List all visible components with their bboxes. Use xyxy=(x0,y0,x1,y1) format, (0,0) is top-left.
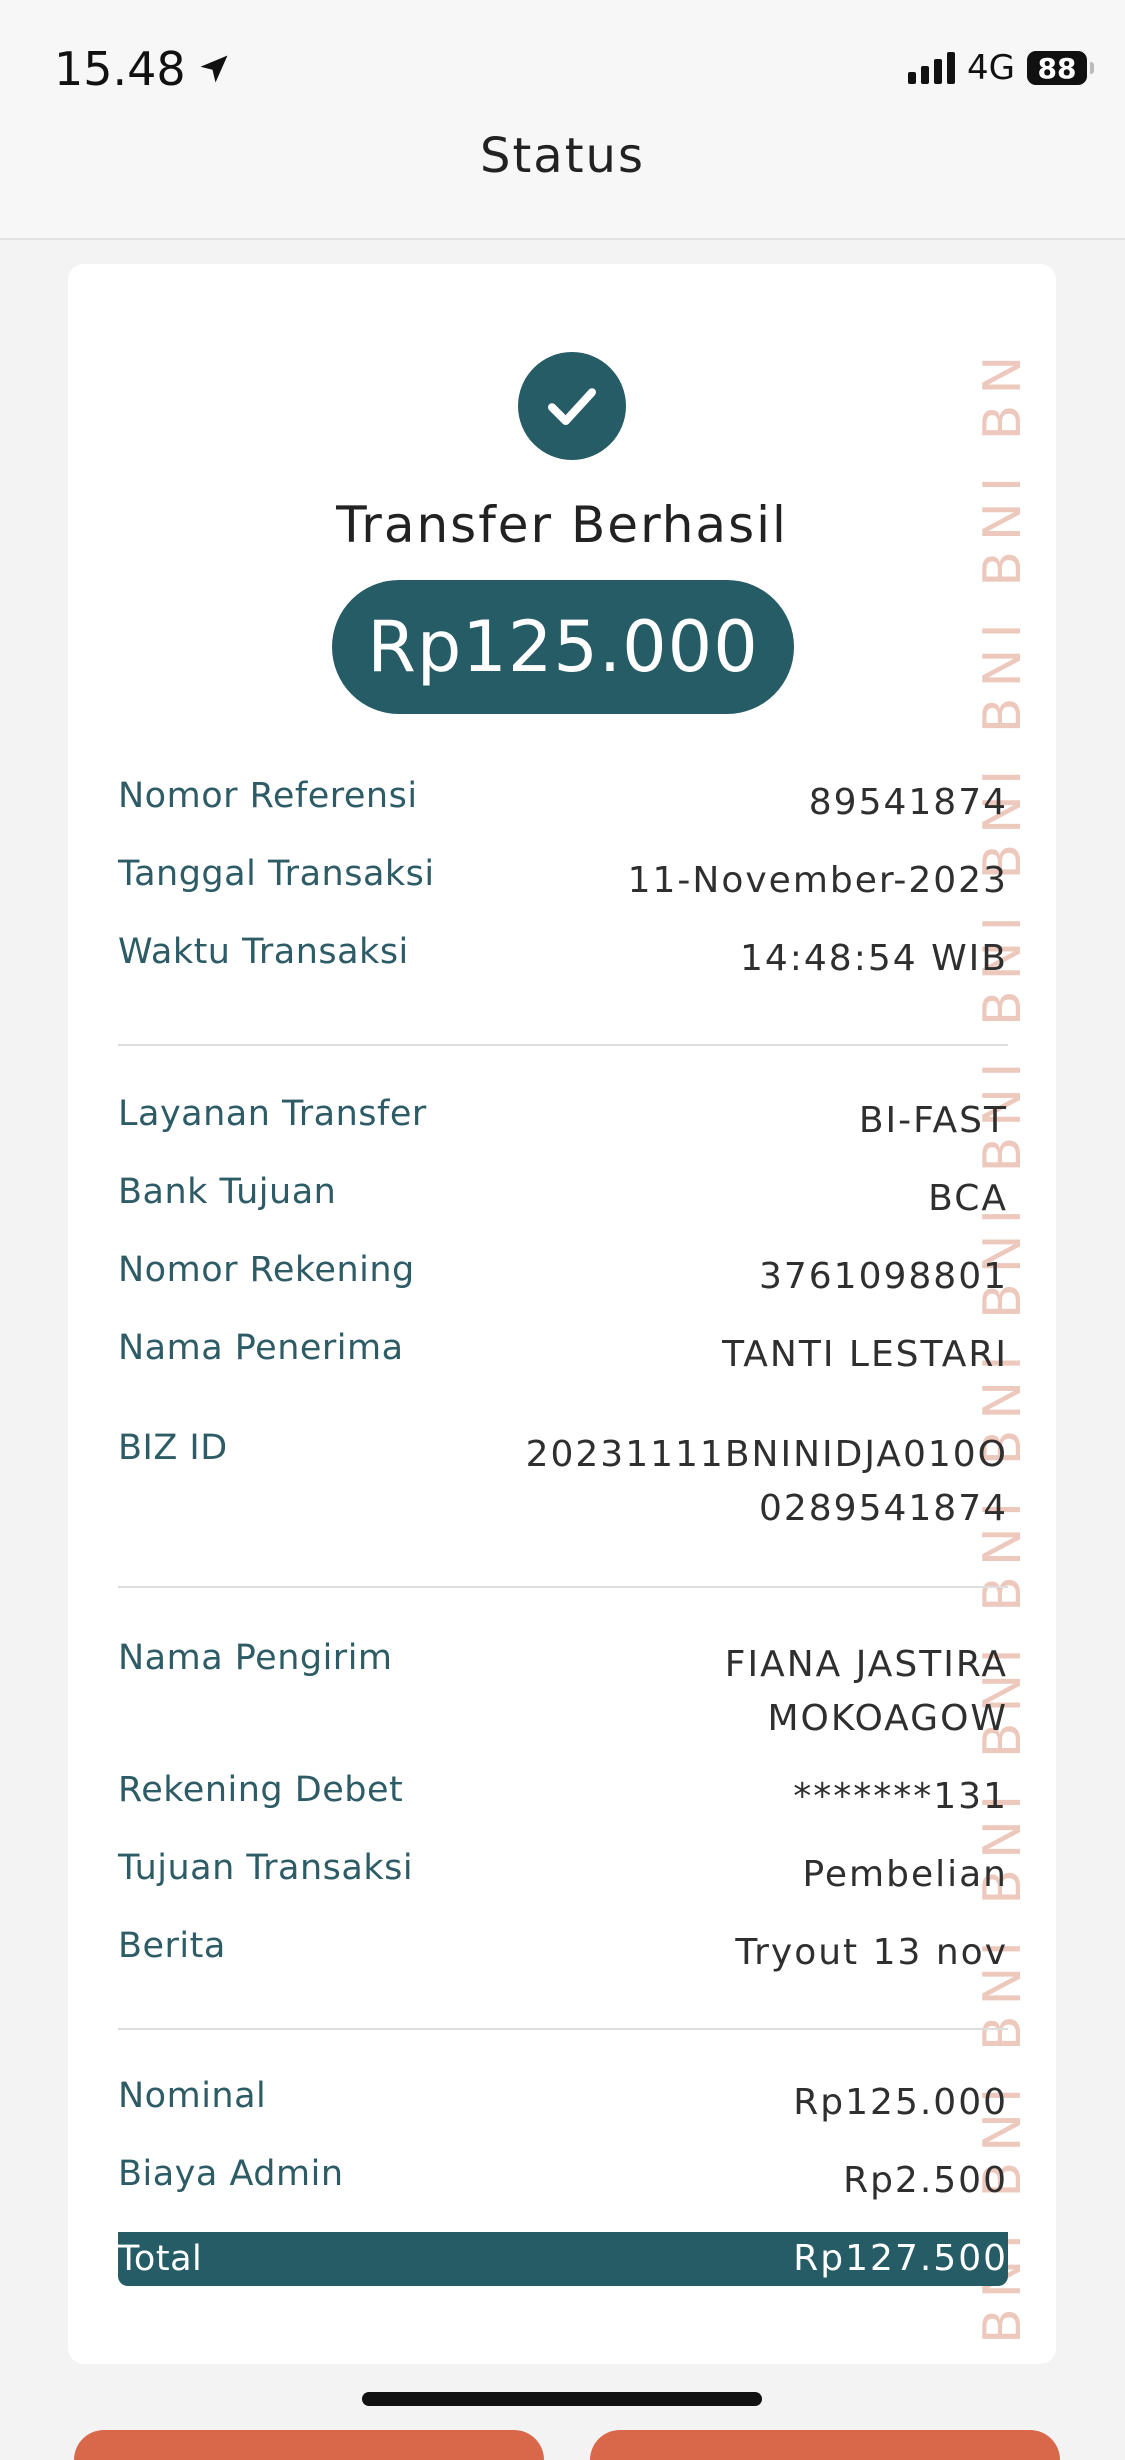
biz-id-line-1: 20231111BNINIDJA010O xyxy=(525,1434,1008,1475)
total-value: Rp127.500 xyxy=(793,2238,1008,2279)
transfer-status-heading: Transfer Berhasil xyxy=(336,496,788,554)
recipient-name-value: TANTI LESTARI xyxy=(722,1334,1008,1375)
battery-level: 88 xyxy=(1037,51,1077,85)
sender-name-line-2: MOKOAGOW xyxy=(767,1698,1008,1739)
time-text: 15.48 xyxy=(54,42,186,96)
transfer-service-value: BI-FAST xyxy=(858,1100,1008,1141)
detail-row: Waktu Transaksi 14:48:54 WIB xyxy=(118,932,1008,1010)
transaction-date-value: 11-November-2023 xyxy=(627,860,1008,901)
detail-row: Biaya Admin Rp2.500 xyxy=(118,2154,1008,2232)
sender-name-value: FIANA JASTIRA MOKOAGOW xyxy=(725,1638,1008,1746)
detail-row: Nomor Referensi 89541874 xyxy=(118,776,1008,854)
destination-bank-value: BCA xyxy=(928,1178,1008,1219)
page-title: Status xyxy=(480,128,645,184)
amount-value: Rp125.000 xyxy=(367,606,759,688)
nominal-label: Nominal xyxy=(118,2076,267,2116)
detail-row: Layanan Transfer BI-FAST xyxy=(118,1094,1008,1172)
detail-row: BIZ ID 20231111BNINIDJA010O 0289541874 xyxy=(118,1428,1008,1558)
biz-id-label: BIZ ID xyxy=(118,1428,228,1468)
divider xyxy=(118,1044,1008,1046)
detail-row: Bank Tujuan BCA xyxy=(118,1172,1008,1250)
reference-number-value: 89541874 xyxy=(808,782,1008,823)
recipient-name-label: Nama Penerima xyxy=(118,1328,404,1368)
reference-number-label: Nomor Referensi xyxy=(118,776,418,816)
detail-row: Rekening Debet *******131 xyxy=(118,1770,1008,1848)
account-number-label: Nomor Rekening xyxy=(118,1250,415,1290)
divider xyxy=(118,1586,1008,1588)
message-value: Tryout 13 nov xyxy=(735,1932,1008,1973)
nominal-value: Rp125.000 xyxy=(793,2082,1008,2123)
destination-bank-label: Bank Tujuan xyxy=(118,1172,337,1212)
status-indicators: 4G 88 xyxy=(908,48,1094,88)
detail-row: Tanggal Transaksi 11-November-2023 xyxy=(118,854,1008,932)
detail-row: Nomor Rekening 3761098801 xyxy=(118,1250,1008,1328)
detail-row: Nama Penerima TANTI LESTARI xyxy=(118,1328,1008,1428)
amount-summary: Nominal Rp125.000 Biaya Admin Rp2.500 xyxy=(118,2076,1008,2232)
transfer-service-label: Layanan Transfer xyxy=(118,1094,427,1134)
sender-name-label: Nama Pengirim xyxy=(118,1638,393,1678)
receipt-card: BNI BNI BNI BNI BNI BNI BNI BNI BNI BNI … xyxy=(68,264,1056,2364)
transaction-date-label: Tanggal Transaksi xyxy=(118,854,435,894)
transaction-info: Nomor Referensi 89541874 Tanggal Transak… xyxy=(118,776,1008,1010)
biz-id-value: 20231111BNINIDJA010O 0289541874 xyxy=(526,1428,1008,1536)
total-label: Total xyxy=(118,2239,203,2279)
transfer-info: Layanan Transfer BI-FAST Bank Tujuan BCA… xyxy=(118,1094,1008,1558)
bottom-right-button[interactable] xyxy=(590,2430,1060,2460)
transaction-purpose-label: Tujuan Transaksi xyxy=(118,1848,414,1888)
account-number-value: 3761098801 xyxy=(758,1256,1008,1297)
detail-row: Berita Tryout 13 nov xyxy=(118,1926,1008,2004)
sender-name-line-1: FIANA JASTIRA xyxy=(724,1644,1008,1685)
battery-icon: 88 xyxy=(1027,51,1094,85)
amount-badge: Rp125.000 xyxy=(332,580,794,714)
signal-icon xyxy=(908,52,956,84)
success-check-icon xyxy=(518,352,626,460)
network-label: 4G xyxy=(967,48,1015,88)
bottom-left-button[interactable] xyxy=(74,2430,544,2460)
admin-fee-label: Biaya Admin xyxy=(118,2154,344,2194)
message-label: Berita xyxy=(118,1926,226,1966)
divider xyxy=(118,2028,1008,2030)
location-arrow-icon xyxy=(200,55,228,83)
debit-account-value: *******131 xyxy=(793,1776,1008,1817)
sender-info: Nama Pengirim FIANA JASTIRA MOKOAGOW Rek… xyxy=(118,1638,1008,2004)
transaction-purpose-value: Pembelian xyxy=(802,1854,1008,1895)
total-bar: Total Rp127.500 xyxy=(118,2232,1008,2286)
status-time: 15.48 xyxy=(54,42,232,96)
top-bar: 15.48 4G 88 Status xyxy=(0,0,1125,240)
detail-row: Nominal Rp125.000 xyxy=(118,2076,1008,2154)
detail-row: Tujuan Transaksi Pembelian xyxy=(118,1848,1008,1926)
home-indicator xyxy=(362,2392,762,2406)
biz-id-line-2: 0289541874 xyxy=(758,1488,1008,1529)
detail-row: Nama Pengirim FIANA JASTIRA MOKOAGOW xyxy=(118,1638,1008,1770)
debit-account-label: Rekening Debet xyxy=(118,1770,404,1810)
admin-fee-value: Rp2.500 xyxy=(843,2160,1008,2201)
transaction-time-value: 14:48:54 WIB xyxy=(739,938,1008,979)
transaction-time-label: Waktu Transaksi xyxy=(118,932,409,972)
